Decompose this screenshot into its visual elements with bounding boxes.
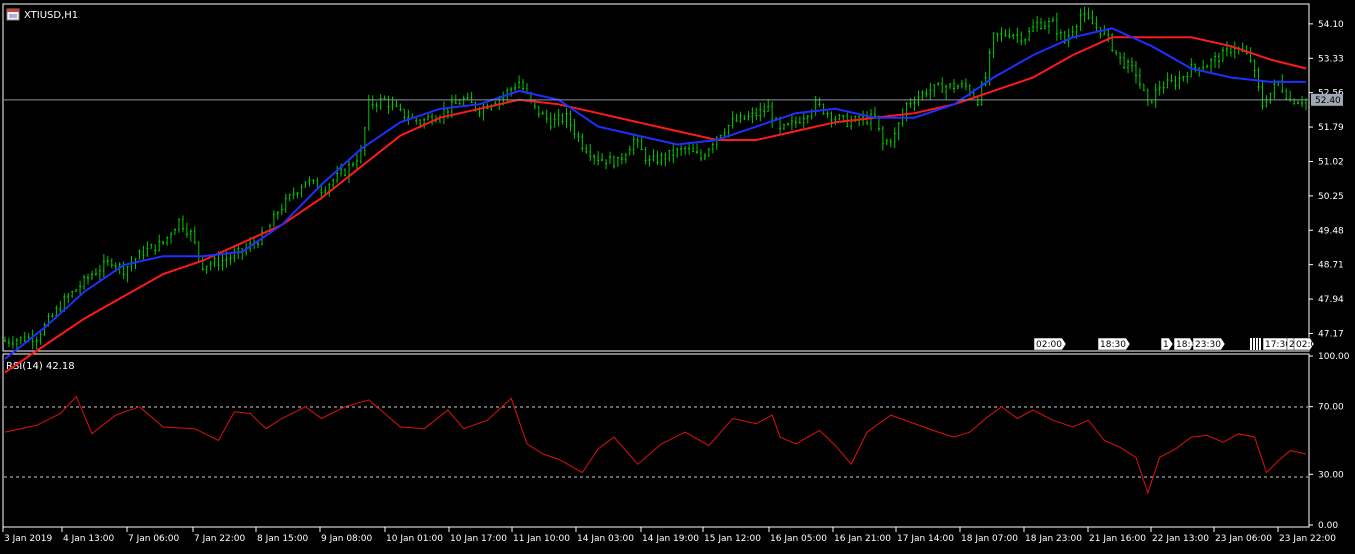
time-marker-bar [1253, 338, 1255, 350]
chart-window-icon[interactable] [6, 8, 20, 21]
time-tick-label: 14 Jan 03:00 [577, 534, 634, 544]
price-tick-label: 53.33 [1318, 54, 1344, 64]
time-tick-label: 23 Jan 06:00 [1215, 534, 1272, 544]
time-tick-label: 18 Jan 07:00 [961, 534, 1018, 544]
time-marker-label: 1 [1163, 340, 1169, 350]
time-tick-label: 7 Jan 06:00 [128, 534, 180, 544]
price-tick-label: 47.17 [1318, 329, 1344, 339]
time-tick-label: 16 Jan 05:00 [770, 534, 827, 544]
current-price-label: 52.40 [1311, 93, 1343, 106]
time-tick-label: 10 Jan 17:00 [450, 534, 507, 544]
time-tick-label: 22 Jan 13:00 [1152, 534, 1209, 544]
rsi-tick-label: 100.00 [1318, 352, 1350, 362]
time-tick-label: 11 Jan 10:00 [513, 534, 570, 544]
chart-title: XTIUSD,H1 [24, 10, 78, 21]
time-tick-label: 9 Jan 08:00 [321, 534, 373, 544]
time-tick-label: 17 Jan 14:00 [897, 534, 954, 544]
chart-canvas: XTIUSD,H1 RSI(14) 42.18 54.1053.3352.565… [0, 0, 1355, 554]
rsi-title: RSI(14) 42.18 [6, 361, 75, 372]
time-tick-label: 3 Jan 2019 [4, 534, 52, 544]
time-tick-label: 15 Jan 12:00 [704, 534, 761, 544]
time-tick-label: 10 Jan 01:00 [386, 534, 443, 544]
chart-background [0, 0, 1355, 554]
time-marker-bar [1256, 338, 1258, 350]
price-tick-label: 50.25 [1318, 192, 1344, 202]
rsi-tick-label: 70.00 [1318, 403, 1344, 413]
time-tick-label: 8 Jan 15:00 [257, 534, 309, 544]
price-tick-label: 49.48 [1318, 226, 1344, 236]
time-tick-label: 23 Jan 22:00 [1279, 534, 1336, 544]
time-tick-label: 7 Jan 22:00 [194, 534, 246, 544]
time-marker-label: 18:30 [1100, 340, 1126, 350]
price-tick-label: 51.79 [1318, 123, 1344, 133]
time-marker-label: 02:0 [1296, 340, 1316, 350]
time-tick-label: 21 Jan 16:00 [1089, 534, 1146, 544]
price-tick-label: 51.02 [1318, 157, 1344, 167]
time-marker-label: 23:30 [1195, 340, 1221, 350]
time-tick-label: 4 Jan 13:00 [63, 534, 115, 544]
price-tick-label: 47.94 [1318, 295, 1344, 305]
current-price-text: 52.40 [1315, 96, 1341, 106]
time-tick-label: 14 Jan 19:00 [642, 534, 699, 544]
rsi-tick-label: 0.00 [1318, 521, 1338, 531]
rsi-tick-label: 30.00 [1318, 470, 1344, 480]
price-tick-label: 48.71 [1318, 261, 1344, 271]
time-tick-label: 18 Jan 23:00 [1025, 534, 1082, 544]
time-marker-bar [1250, 338, 1252, 350]
time-tick-label: 16 Jan 21:00 [834, 534, 891, 544]
time-marker-label: 02:00 [1036, 340, 1062, 350]
time-marker-bar [1259, 338, 1261, 350]
price-tick-label: 54.10 [1318, 20, 1344, 30]
